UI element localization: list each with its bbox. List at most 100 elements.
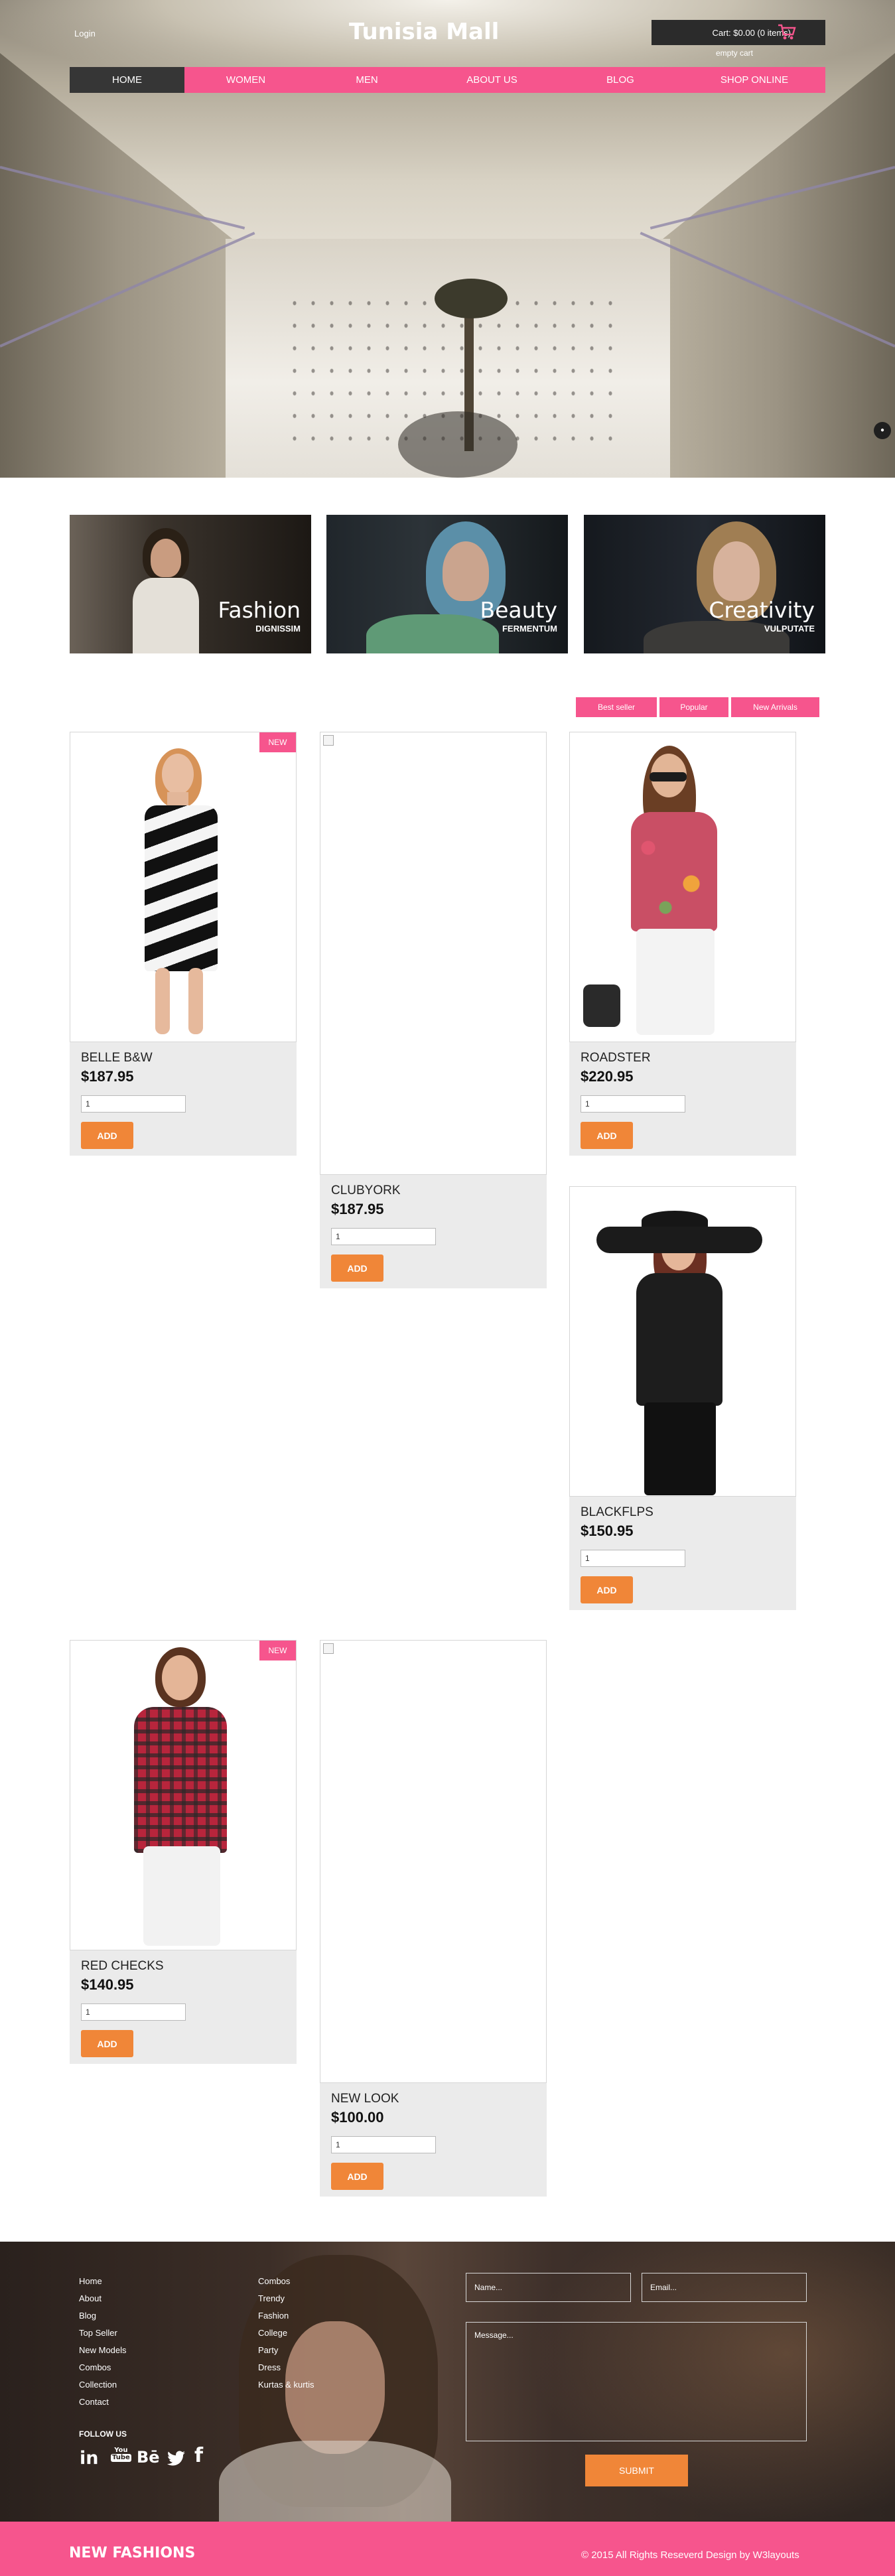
linkedin-icon[interactable]: in	[80, 2448, 98, 2469]
add-to-cart-button[interactable]: ADD	[81, 2030, 133, 2057]
footer-link-fashion[interactable]: Fashion	[258, 2311, 289, 2321]
nav-item-men[interactable]: MEN	[307, 67, 427, 93]
footer-link-home[interactable]: Home	[79, 2276, 102, 2286]
product-card-roadster[interactable]: ROADSTER $220.95 ADD	[569, 732, 796, 1156]
scroll-indicator-icon[interactable]: ●	[874, 422, 891, 439]
model-top	[366, 614, 499, 653]
add-to-cart-button[interactable]: ADD	[581, 1122, 633, 1149]
product-image-broken[interactable]	[320, 732, 547, 1175]
product-price: $150.95	[581, 1523, 634, 1539]
add-to-cart-button[interactable]: ADD	[581, 1576, 633, 1603]
footer-link-trendy[interactable]: Trendy	[258, 2293, 285, 2303]
footer-link-top-seller[interactable]: Top Seller	[79, 2328, 117, 2338]
footer-link-party[interactable]: Party	[258, 2345, 278, 2355]
model-jeans	[143, 1846, 220, 1946]
model-shirt	[636, 1273, 723, 1406]
nav-item-blog[interactable]: BLOG	[557, 67, 683, 93]
product-name: RED CHECKS	[81, 1959, 164, 1973]
banner-subtitle: FERMENTUM	[502, 624, 557, 634]
add-to-cart-button[interactable]: ADD	[331, 2163, 383, 2190]
model-dress	[145, 805, 218, 971]
copyright-text: © 2015 All Rights Reseverd Design by W3l…	[581, 2549, 799, 2561]
quantity-input[interactable]	[331, 2136, 436, 2153]
facebook-icon[interactable]: f	[194, 2444, 203, 2467]
product-image[interactable]: NEW	[70, 732, 297, 1042]
add-to-cart-button[interactable]: ADD	[81, 1122, 133, 1149]
quantity-input[interactable]	[81, 2003, 186, 2021]
twitter-icon[interactable]	[167, 2451, 186, 2467]
model-vest	[133, 578, 199, 653]
banner-subtitle: DIGNISSIM	[255, 624, 301, 634]
product-card-belle[interactable]: NEW BELLE B&W $187.95 ADD	[70, 732, 297, 1156]
hero-palm-leaves	[435, 279, 508, 318]
footer-link-combos-2[interactable]: Combos	[258, 2276, 290, 2286]
product-price: $187.95	[331, 1201, 384, 1217]
footer-brand[interactable]: NEW FASHIONS	[69, 2545, 195, 2561]
product-card-clubyork[interactable]: CLUBYORK $187.95 ADD	[320, 732, 547, 1288]
footer-link-collection[interactable]: Collection	[79, 2380, 117, 2390]
model-face	[151, 539, 181, 577]
banner-fashion[interactable]: Fashion DIGNISSIM	[70, 515, 311, 653]
model-face	[713, 541, 760, 601]
login-link[interactable]: Login	[74, 29, 96, 38]
filter-best-seller[interactable]: Best seller	[576, 697, 657, 717]
name-input[interactable]	[466, 2273, 631, 2302]
quantity-input[interactable]	[581, 1095, 685, 1113]
empty-cart-link[interactable]: empty cart	[716, 48, 753, 58]
shopping-cart-icon[interactable]	[776, 22, 797, 42]
add-to-cart-button[interactable]: ADD	[331, 1254, 383, 1282]
behance-icon[interactable]: Bē	[137, 2448, 160, 2467]
model-face	[162, 754, 194, 795]
email-input[interactable]	[642, 2273, 807, 2302]
banner-creativity[interactable]: Creativity VULPUTATE	[584, 515, 825, 653]
product-price: $187.95	[81, 1068, 134, 1085]
youtube-icon[interactable]: You Tube	[111, 2447, 131, 2462]
message-textarea[interactable]	[466, 2322, 807, 2441]
banner-beauty[interactable]: Beauty FERMENTUM	[326, 515, 568, 653]
model-face	[443, 541, 489, 601]
submit-button[interactable]: SUBMIT	[585, 2455, 688, 2486]
footer-link-kurtas[interactable]: Kurtas & kurtis	[258, 2380, 314, 2390]
product-card-new-look[interactable]: NEW LOOK $100.00 ADD	[320, 1640, 547, 2197]
cart-summary-button[interactable]: Cart: $0.00 (0 items)	[652, 20, 825, 45]
filter-popular[interactable]: Popular	[659, 697, 728, 717]
model-checked-shirt	[134, 1707, 227, 1853]
model-face	[162, 1655, 198, 1700]
filter-new-arrivals[interactable]: New Arrivals	[731, 697, 819, 717]
quantity-input[interactable]	[81, 1095, 186, 1113]
footer-link-contact[interactable]: Contact	[79, 2397, 109, 2407]
model-floral-top	[631, 812, 717, 931]
product-image[interactable]: NEW	[70, 1640, 297, 1950]
hero-right-balconies	[656, 53, 895, 478]
footer-link-about[interactable]: About	[79, 2293, 102, 2303]
nav-item-women[interactable]: WOMEN	[184, 67, 307, 93]
product-image[interactable]	[569, 732, 796, 1042]
footer-link-combos[interactable]: Combos	[79, 2362, 111, 2372]
footer-link-blog[interactable]: Blog	[79, 2311, 96, 2321]
footer-link-new-models[interactable]: New Models	[79, 2345, 127, 2355]
follow-us-label: FOLLOW US	[79, 2429, 127, 2439]
product-name: CLUBYORK	[331, 1184, 401, 1197]
banner-title: Beauty	[480, 597, 557, 623]
broken-image-icon	[323, 735, 334, 746]
youtube-icon-bottom: Tube	[111, 2454, 131, 2462]
product-card-blackflps[interactable]: BLACKFLPS $150.95 ADD	[569, 1186, 796, 1610]
product-card-red-checks[interactable]: NEW RED CHECKS $140.95 ADD	[70, 1640, 297, 2064]
nav-item-home[interactable]: HOME	[70, 67, 184, 93]
model-leg	[155, 968, 170, 1034]
model-pants	[644, 1402, 716, 1495]
quantity-input[interactable]	[581, 1550, 685, 1567]
nav-item-about-us[interactable]: ABOUT US	[427, 67, 557, 93]
product-price: $100.00	[331, 2109, 384, 2126]
nav-item-shop-online[interactable]: SHOP ONLINE	[683, 67, 825, 93]
product-image-broken[interactable]	[320, 1640, 547, 2083]
site-logo[interactable]: Tunisia Mall	[349, 19, 499, 45]
youtube-icon-top: You	[114, 2447, 128, 2454]
footer-link-dress[interactable]: Dress	[258, 2362, 281, 2372]
model-arms	[596, 1227, 762, 1253]
banner-title: Creativity	[709, 597, 815, 623]
product-name: NEW LOOK	[331, 2092, 399, 2106]
quantity-input[interactable]	[331, 1228, 436, 1245]
footer-link-college[interactable]: College	[258, 2328, 287, 2338]
product-image[interactable]	[569, 1186, 796, 1497]
